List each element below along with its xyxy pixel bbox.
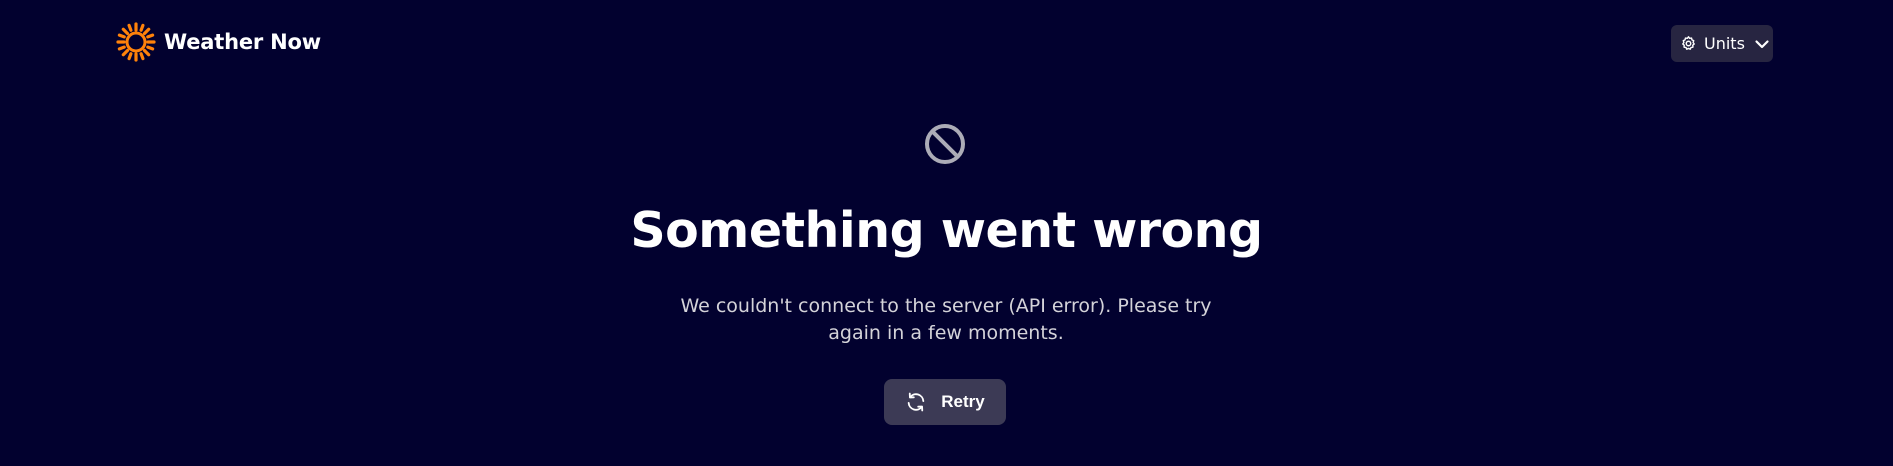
gear-icon [1682,36,1695,50]
units-button-label: Units [1704,34,1745,53]
brand[interactable]: Weather Now [116,22,321,62]
app-name: Weather Now [164,30,321,54]
refresh-icon [908,392,925,412]
no-entry-icon [925,124,965,164]
chevron-down-icon [1755,39,1769,48]
retry-button[interactable]: Retry [884,379,1006,425]
error-title: Something went wrong [630,202,1263,259]
units-dropdown-button[interactable]: Units [1671,25,1773,62]
error-message: We couldn't connect to the server (API e… [680,295,1212,344]
app-header: Weather Now Units [0,0,1893,84]
retry-button-label: Retry [941,392,985,411]
sun-logo-icon [116,22,156,62]
